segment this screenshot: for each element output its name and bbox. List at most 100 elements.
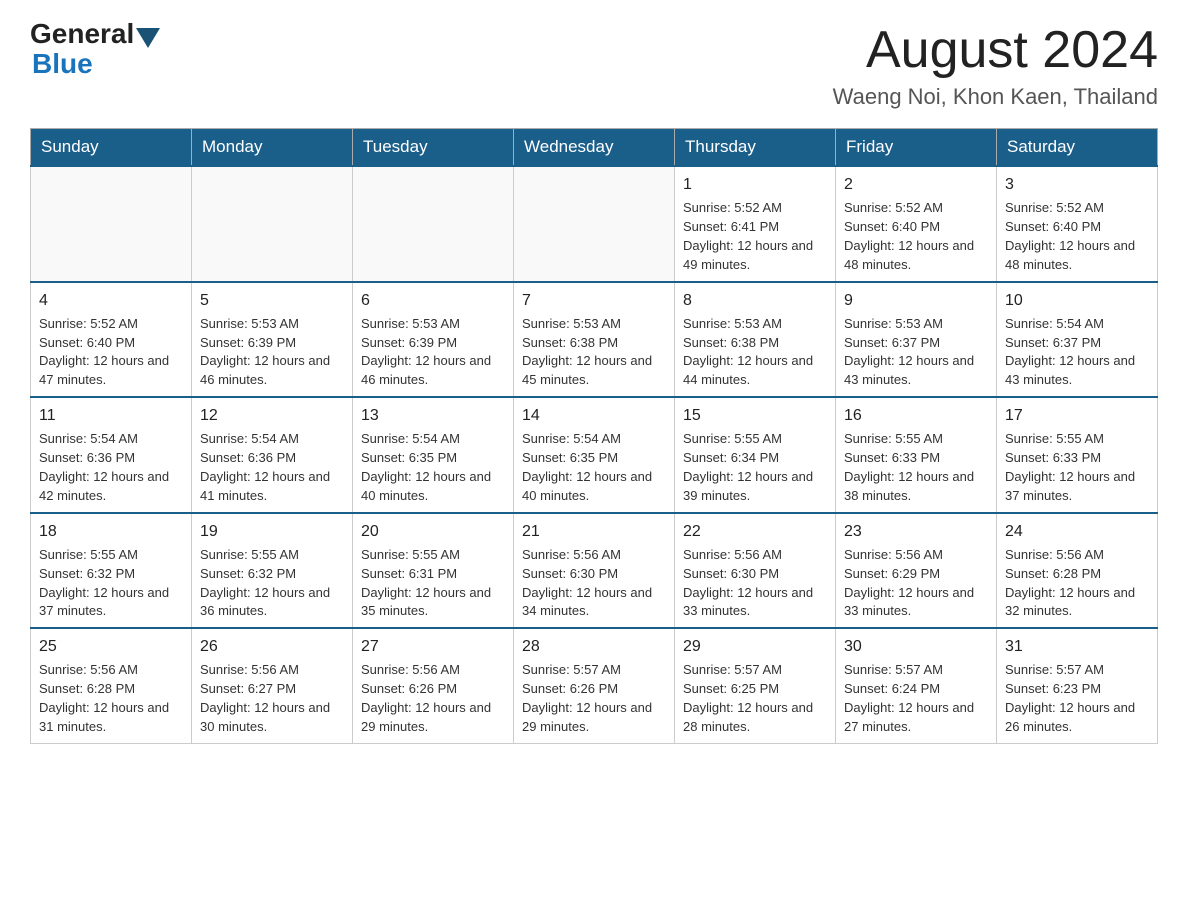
day-info: Sunrise: 5:56 AM — [1005, 546, 1149, 565]
day-info: Daylight: 12 hours and 34 minutes. — [522, 584, 666, 622]
day-info: Daylight: 12 hours and 29 minutes. — [361, 699, 505, 737]
calendar-cell: 31Sunrise: 5:57 AMSunset: 6:23 PMDayligh… — [997, 628, 1158, 743]
day-info: Daylight: 12 hours and 31 minutes. — [39, 699, 183, 737]
day-info: Sunrise: 5:52 AM — [683, 199, 827, 218]
day-info: Daylight: 12 hours and 27 minutes. — [844, 699, 988, 737]
day-info: Sunrise: 5:57 AM — [844, 661, 988, 680]
day-number: 15 — [683, 404, 827, 427]
calendar-title: August 2024 — [833, 20, 1158, 80]
calendar-cell: 22Sunrise: 5:56 AMSunset: 6:30 PMDayligh… — [675, 513, 836, 629]
day-info: Daylight: 12 hours and 33 minutes. — [683, 584, 827, 622]
calendar-cell: 23Sunrise: 5:56 AMSunset: 6:29 PMDayligh… — [836, 513, 997, 629]
week-row-4: 18 Sunrise: 5:55 AM Sunset: 6:32 PM Dayligh… — [31, 513, 1158, 629]
day-info: Daylight: 12 hours and 41 minutes. — [200, 468, 344, 506]
day-info: Sunset: 6:27 PM — [200, 680, 344, 699]
day-number: 25 — [39, 635, 183, 658]
calendar-cell: 4Sunrise: 5:52 AMSunset: 6:40 PMDaylight… — [31, 282, 192, 398]
header-row: SundayMondayTuesdayWednesdayThursdayFrid… — [31, 129, 1158, 167]
day-info: Daylight: 12 hours and 49 minutes. — [683, 237, 827, 275]
day-info: Sunset: 6:26 PM — [522, 680, 666, 699]
day-info: Sunset: 6:40 PM — [844, 218, 988, 237]
calendar-cell: 1 Sunrise: 5:52 AMSunset: 6:41 PMDaylight… — [675, 166, 836, 282]
calendar-cell: 2Sunrise: 5:52 AMSunset: 6:40 PMDaylight… — [836, 166, 997, 282]
day-info: Sunrise: 5:52 AM — [39, 315, 183, 334]
day-info: Sunset: 6:30 PM — [683, 565, 827, 584]
calendar-cell: 13Sunrise: 5:54 AMSunset: 6:35 PMDayligh… — [353, 397, 514, 513]
day-info: Sunrise: 5:53 AM — [844, 315, 988, 334]
day-info: Sunrise: 5:53 AM — [200, 315, 344, 334]
calendar-cell: 16Sunrise: 5:55 AMSunset: 6:33 PMDayligh… — [836, 397, 997, 513]
day-info: Sunrise: 5:57 AM — [1005, 661, 1149, 680]
day-number: 27 — [361, 635, 505, 658]
day-info: Sunrise: 5:54 AM — [39, 430, 183, 449]
day-info: Sunset: 6:40 PM — [1005, 218, 1149, 237]
day-info: Daylight: 12 hours and 46 minutes. — [200, 352, 344, 390]
header-cell-monday: Monday — [192, 129, 353, 167]
calendar-cell — [31, 166, 192, 282]
day-info: Sunset: 6:34 PM — [683, 449, 827, 468]
day-number: 31 — [1005, 635, 1149, 658]
day-info: Sunset: 6:37 PM — [1005, 334, 1149, 353]
calendar-cell: 9Sunrise: 5:53 AMSunset: 6:37 PMDaylight… — [836, 282, 997, 398]
day-info: Sunrise: 5:55 AM — [844, 430, 988, 449]
logo-blue-text: Blue — [32, 50, 93, 78]
calendar-cell — [192, 166, 353, 282]
day-info: Daylight: 12 hours and 37 minutes. — [1005, 468, 1149, 506]
day-info: Sunrise: 5:57 AM — [683, 661, 827, 680]
day-info: Sunset: 6:39 PM — [200, 334, 344, 353]
week-row-5: 25Sunrise: 5:56 AMSunset: 6:28 PMDayligh… — [31, 628, 1158, 743]
location-subtitle: Waeng Noi, Khon Kaen, Thailand — [833, 84, 1158, 110]
day-info: Daylight: 12 hours and 40 minutes. — [522, 468, 666, 506]
day-number: 2 — [844, 173, 988, 196]
day-number: 16 — [844, 404, 988, 427]
day-info: Sunset: 6:35 PM — [522, 449, 666, 468]
day-number: 20 — [361, 520, 505, 543]
header-cell-tuesday: Tuesday — [353, 129, 514, 167]
day-number: 3 — [1005, 173, 1149, 196]
calendar-cell: 21Sunrise: 5:56 AMSunset: 6:30 PMDayligh… — [514, 513, 675, 629]
day-info: Sunset: 6:38 PM — [522, 334, 666, 353]
calendar-cell: 25 Sunrise: 5:56 AMSunset: 6:28 PMDayligh… — [31, 628, 192, 743]
day-number: 10 — [1005, 289, 1149, 312]
day-info: Sunset: 6:39 PM — [361, 334, 505, 353]
day-info: Daylight: 12 hours and 30 minutes. — [200, 699, 344, 737]
day-info: Daylight: 12 hours and 43 minutes. — [844, 352, 988, 390]
day-info: Sunset: 6:25 PM — [683, 680, 827, 699]
day-info: Sunrise: 5:56 AM — [39, 661, 183, 680]
day-info: Daylight: 12 hours and 33 minutes. — [844, 584, 988, 622]
calendar-cell: 24 Sunrise: 5:56 AMSunset: 6:28 PMDayligh… — [997, 513, 1158, 629]
day-info: Sunset: 6:38 PM — [683, 334, 827, 353]
day-info: Daylight: 12 hours and 39 minutes. — [683, 468, 827, 506]
day-info: Sunset: 6:32 PM — [39, 565, 183, 584]
calendar-cell: 10Sunrise: 5:54 AMSunset: 6:37 PMDayligh… — [997, 282, 1158, 398]
day-info: Sunrise: 5:52 AM — [844, 199, 988, 218]
day-info: Sunset: 6:28 PM — [39, 680, 183, 699]
day-info: Sunrise: 5:55 AM — [200, 546, 344, 565]
day-number: 1 — [683, 173, 827, 196]
day-info: Daylight: 12 hours and 28 minutes. — [683, 699, 827, 737]
day-info: Sunrise: 5:55 AM — [361, 546, 505, 565]
calendar-cell: 19Sunrise: 5:55 AMSunset: 6:32 PMDayligh… — [192, 513, 353, 629]
day-number: 9 — [844, 289, 988, 312]
day-info: Sunset: 6:41 PM — [683, 218, 827, 237]
calendar-cell — [353, 166, 514, 282]
day-number: 26 — [200, 635, 344, 658]
day-info: Sunrise: 5:54 AM — [1005, 315, 1149, 334]
day-number: 12 — [200, 404, 344, 427]
day-info: Daylight: 12 hours and 32 minutes. — [1005, 584, 1149, 622]
day-number: 21 — [522, 520, 666, 543]
day-number: 28 — [522, 635, 666, 658]
day-info: Daylight: 12 hours and 35 minutes. — [361, 584, 505, 622]
day-number: 13 — [361, 404, 505, 427]
day-info: Sunrise: 5:53 AM — [361, 315, 505, 334]
calendar-body: 1Sunrise: 5:52 AMSunset: 6:41 PMDaylight… — [31, 166, 1158, 743]
day-number: 19 — [200, 520, 344, 543]
calendar-cell: 12Sunrise: 5:54 AMSunset: 6:36 PMDayligh… — [192, 397, 353, 513]
day-info: Sunrise: 5:54 AM — [200, 430, 344, 449]
day-number: 18 — [39, 520, 183, 543]
day-info: Sunrise: 5:53 AM — [683, 315, 827, 334]
day-info: Daylight: 12 hours and 46 minutes. — [361, 352, 505, 390]
day-info: Sunset: 6:28 PM — [1005, 565, 1149, 584]
day-info: Sunset: 6:31 PM — [361, 565, 505, 584]
day-number: 24 — [1005, 520, 1149, 543]
